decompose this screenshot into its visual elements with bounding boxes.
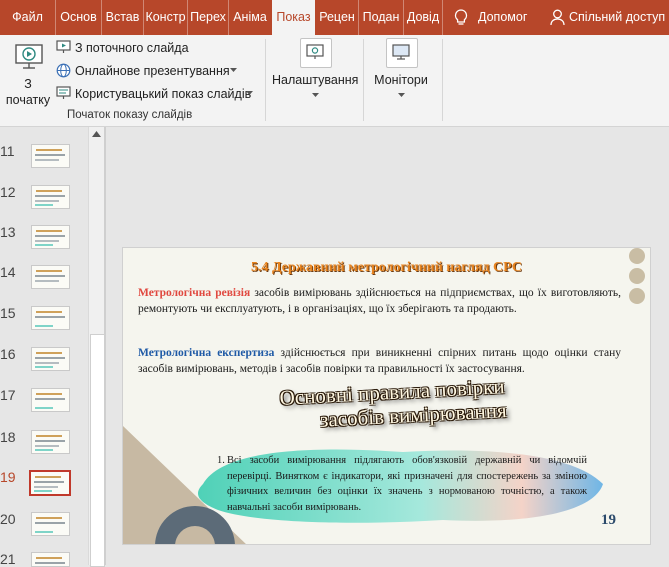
slide-thumbnail[interactable] xyxy=(31,225,70,249)
list-item-text: Всі засоби вимірювання підлягають обов'я… xyxy=(227,455,587,513)
slide-number-selected: 19 xyxy=(0,469,16,485)
term-revision-b: ревізія xyxy=(215,287,251,299)
scroll-up-arrow-icon[interactable] xyxy=(92,131,101,137)
custom-slideshow-button[interactable]: Користувацький показ слайдів xyxy=(56,84,256,104)
tab-review[interactable]: Рецен xyxy=(316,0,359,35)
from-beginning-label: З початку xyxy=(5,77,51,107)
tab-insert[interactable]: Встав xyxy=(102,0,144,35)
slide-thumbnail[interactable] xyxy=(31,265,70,289)
slide-number: 14 xyxy=(0,264,16,280)
list-marker: 1. xyxy=(217,455,225,466)
wordart-heading[interactable]: Основні правила повірки засобів вимірюва… xyxy=(222,371,565,449)
scrollbar-thumb[interactable] xyxy=(90,334,105,567)
globe-icon xyxy=(56,63,71,78)
tab-transitions[interactable]: Перех xyxy=(188,0,229,35)
monitors-button[interactable]: Монітори xyxy=(368,38,434,104)
tab-help[interactable]: Довід xyxy=(404,0,443,35)
paragraph-revision-text: засобів вимірювань здійснюється на підпр… xyxy=(138,287,621,315)
paragraph-revision[interactable]: Метрологічна ревізія засобів вимірювань … xyxy=(138,285,621,317)
slide-number: 18 xyxy=(0,429,16,445)
slide-thumbnail[interactable] xyxy=(31,347,70,371)
setup-button[interactable]: Налаштування xyxy=(272,38,358,104)
slide-number: 12 xyxy=(0,184,16,200)
tab-home[interactable]: Основ xyxy=(56,0,102,35)
slide-thumbnail[interactable] xyxy=(31,388,70,412)
current-slide-icon xyxy=(56,40,71,53)
tab-view[interactable]: Подан xyxy=(359,0,404,35)
setup-slideshow-icon xyxy=(306,44,324,59)
slideshow-play-icon xyxy=(15,44,43,69)
custom-show-icon xyxy=(56,86,71,99)
start-slideshow-group-label: Початок показу слайдів xyxy=(67,109,193,121)
share-button[interactable]: Спільний доступ xyxy=(569,0,669,35)
ribbon-tabs-bar: Файл Основ Встав Констр Перех Аніма Пока… xyxy=(0,0,669,35)
thumbnails-scrollbar[interactable] xyxy=(88,127,105,567)
ribbon-separator xyxy=(363,39,364,121)
panel-divider[interactable] xyxy=(104,127,106,565)
ribbon-separator xyxy=(265,39,266,121)
setup-label: Налаштування xyxy=(272,73,359,87)
tell-me-search[interactable]: Допомог xyxy=(478,0,538,35)
term-expertise: Метрологічна експертиза xyxy=(138,347,275,359)
ribbon-separator xyxy=(442,39,443,121)
slide-thumbnail-selected[interactable] xyxy=(29,470,71,496)
tab-animations[interactable]: Аніма xyxy=(229,0,271,35)
slide-number: 13 xyxy=(0,224,16,240)
slide-number: 17 xyxy=(0,387,16,403)
chevron-down-icon xyxy=(246,91,253,95)
slide-number: 20 xyxy=(0,511,16,527)
slide-title[interactable]: 5.4 Державний метрологічний нагляд СРС xyxy=(123,260,650,276)
slide-canvas[interactable]: 5.4 Державний метрологічний нагляд СРС М… xyxy=(123,248,650,544)
slide-thumbnail[interactable] xyxy=(31,306,70,330)
chevron-down-icon xyxy=(312,93,319,97)
ribbon-panel: З початку З поточного слайда Онлайнове п… xyxy=(0,35,669,127)
person-icon[interactable] xyxy=(550,9,565,26)
chevron-down-icon xyxy=(398,93,405,97)
tab-design[interactable]: Констр xyxy=(144,0,188,35)
slide-thumbnail[interactable] xyxy=(31,512,70,536)
from-beginning-button[interactable]: З початку xyxy=(4,40,52,110)
tab-slideshow[interactable]: Показ xyxy=(272,0,315,35)
from-current-slide-button[interactable]: З поточного слайда xyxy=(56,38,256,58)
present-online-label: Онлайнове презентування xyxy=(75,64,230,78)
tab-file[interactable]: Файл xyxy=(0,0,56,35)
decor-dot xyxy=(629,288,645,304)
chevron-down-icon xyxy=(230,68,237,72)
slide-number: 15 xyxy=(0,305,16,321)
present-online-button[interactable]: Онлайнове презентування xyxy=(56,61,246,81)
custom-slideshow-label: Користувацький показ слайдів xyxy=(75,87,252,101)
slide-page-number: 19 xyxy=(601,512,616,528)
slide-thumbnail[interactable] xyxy=(31,144,70,168)
slide-thumbnail[interactable] xyxy=(31,185,70,209)
slide-thumbnail[interactable] xyxy=(31,430,70,454)
term-revision-a: Метрологічна xyxy=(138,287,212,299)
slide-number: 16 xyxy=(0,346,16,362)
monitor-icon xyxy=(392,44,410,60)
lightbulb-icon[interactable] xyxy=(454,9,468,27)
monitors-label: Монітори xyxy=(374,73,428,87)
from-current-slide-label: З поточного слайда xyxy=(75,41,189,55)
slide-number: 11 xyxy=(0,143,15,159)
